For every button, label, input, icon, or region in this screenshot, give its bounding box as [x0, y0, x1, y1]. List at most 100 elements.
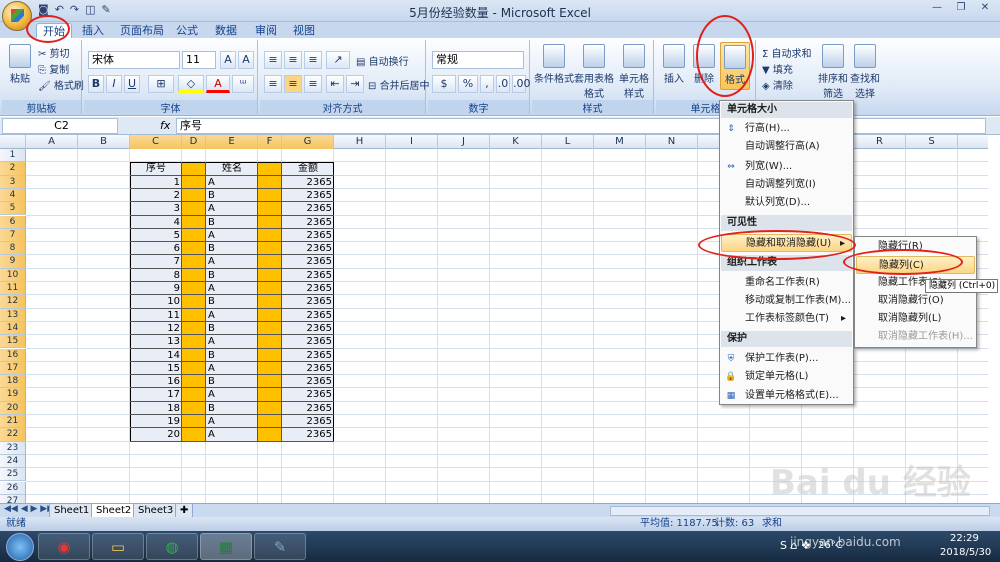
shrink-font-button[interactable]: A	[238, 51, 254, 69]
column-header-c[interactable]: C	[130, 135, 182, 149]
row-header-14[interactable]: 14	[0, 321, 26, 336]
explorer-icon[interactable]: ▭	[92, 533, 144, 560]
row-header-25[interactable]: 25	[0, 468, 26, 482]
tab-page-layout[interactable]: 页面布局	[114, 23, 170, 38]
submenu-unhide-rows[interactable]: 取消隐藏行(O)	[856, 292, 975, 310]
row-header-2[interactable]: 2	[0, 162, 26, 176]
tab-view[interactable]: 视图	[287, 23, 321, 38]
align-center-button[interactable]: ≡	[284, 75, 302, 93]
row-header-19[interactable]: 19	[0, 388, 26, 402]
menu-rename-sheet[interactable]: 重命名工作表(R)	[721, 274, 852, 292]
underline-button[interactable]: U	[124, 75, 140, 93]
merge-center-button[interactable]: ⊟ 合并后居中	[368, 77, 430, 92]
comma-button[interactable]: ,	[480, 75, 494, 93]
row-header-11[interactable]: 11	[0, 282, 26, 296]
increase-indent-button[interactable]: ⇥	[346, 75, 364, 93]
row-header-13[interactable]: 13	[0, 308, 26, 322]
column-header-r[interactable]: R	[854, 135, 906, 149]
select-all-corner[interactable]	[0, 135, 26, 149]
tab-formulas[interactable]: 公式	[170, 23, 204, 38]
row-header-15[interactable]: 15	[0, 335, 26, 349]
format-as-table-button[interactable]: 套用表格格式	[574, 44, 614, 100]
insert-cells-button[interactable]: 插入	[660, 44, 688, 85]
menu-column-width[interactable]: ⇔ 列宽(W)...	[721, 158, 852, 176]
align-top-button[interactable]: ≡	[264, 51, 282, 69]
align-bottom-button[interactable]: ≡	[304, 51, 322, 69]
column-header-n[interactable]: N	[646, 135, 698, 149]
row-header-26[interactable]: 26	[0, 481, 26, 495]
column-header-k[interactable]: K	[490, 135, 542, 149]
menu-autofit-column[interactable]: 自动调整列宽(I)	[721, 176, 852, 194]
name-box[interactable]: C2	[2, 118, 118, 134]
row-header-21[interactable]: 21	[0, 415, 26, 429]
wechat-icon[interactable]: ◍	[146, 533, 198, 560]
column-header-a[interactable]: A	[26, 135, 78, 149]
row-header-16[interactable]: 16	[0, 348, 26, 362]
submenu-unhide-columns[interactable]: 取消隐藏列(L)	[856, 310, 975, 328]
menu-protect-sheet[interactable]: ⛨ 保护工作表(P)...	[721, 350, 852, 368]
column-header-h[interactable]: H	[334, 135, 386, 149]
increase-decimal-button[interactable]: .0	[496, 75, 510, 93]
close-icon[interactable]: ✕	[974, 1, 996, 15]
format-painter-button[interactable]: 🖌 格式刷	[38, 77, 84, 92]
column-header-l[interactable]: L	[542, 135, 594, 149]
cell-styles-button[interactable]: 单元格样式	[616, 44, 652, 100]
row-header-22[interactable]: 22	[0, 428, 26, 442]
row-header-23[interactable]: 23	[0, 441, 26, 455]
sheet-tab-sheet3[interactable]: Sheet3	[133, 504, 179, 518]
sort-filter-button[interactable]: 排序和筛选	[818, 44, 848, 100]
menu-row-height[interactable]: ⇕ 行高(H)...	[721, 120, 852, 138]
row-header-24[interactable]: 24	[0, 454, 26, 469]
decrease-indent-button[interactable]: ⇤	[326, 75, 344, 93]
row-header-20[interactable]: 20	[0, 401, 26, 415]
row-header-8[interactable]: 8	[0, 242, 26, 256]
clear-button[interactable]: ◈ 清除	[762, 77, 793, 92]
chrome-icon[interactable]: ◉	[38, 533, 90, 560]
column-header-f[interactable]: F	[258, 135, 282, 149]
row-header-6[interactable]: 6	[0, 215, 26, 229]
fx-icon[interactable]: fx	[160, 119, 170, 132]
new-sheet-icon[interactable]: ✚	[175, 504, 194, 518]
row-header-4[interactable]: 4	[0, 188, 26, 203]
restore-icon[interactable]: ❐	[950, 1, 972, 15]
paste-button[interactable]: 粘贴	[6, 44, 34, 85]
currency-button[interactable]: $	[432, 75, 456, 93]
copy-button[interactable]: ⎘ 复制	[38, 61, 69, 76]
menu-autofit-row[interactable]: 自动调整行高(A)	[721, 138, 852, 156]
decrease-decimal-button[interactable]: .00	[512, 75, 531, 93]
sheet-nav-icon[interactable]: ◀◀ ◀ ▶ ▶▶	[4, 504, 54, 514]
phonetic-button[interactable]: ᵚ	[232, 75, 254, 93]
percent-button[interactable]: %	[458, 75, 478, 93]
column-header-e[interactable]: E	[206, 135, 258, 149]
formula-input[interactable]: 序号	[176, 118, 986, 134]
menu-tab-color[interactable]: 工作表标签颜色(T) ▸	[721, 310, 852, 328]
fill-color-button[interactable]: ◇	[178, 75, 204, 93]
grow-font-button[interactable]: A	[220, 51, 236, 69]
horizontal-scrollbar[interactable]	[610, 506, 990, 516]
tab-review[interactable]: 审阅	[249, 23, 283, 38]
row-header-10[interactable]: 10	[0, 268, 26, 282]
number-format-select[interactable]: 常规	[432, 51, 524, 69]
align-middle-button[interactable]: ≡	[284, 51, 302, 69]
fill-button[interactable]: ▼ 填充	[762, 61, 793, 76]
column-header-b[interactable]: B	[78, 135, 130, 149]
bold-button[interactable]: B	[88, 75, 104, 93]
column-header-g[interactable]: G	[282, 135, 334, 149]
column-header-d[interactable]: D	[182, 135, 206, 149]
row-header-12[interactable]: 12	[0, 295, 26, 309]
sheet-tab-sheet1[interactable]: Sheet1	[49, 504, 95, 518]
conditional-format-button[interactable]: 条件格式	[534, 44, 574, 85]
menu-format-cells[interactable]: ▦ 设置单元格格式(E)...	[721, 387, 852, 405]
column-header-i[interactable]: I	[386, 135, 438, 149]
italic-button[interactable]: I	[106, 75, 122, 93]
font-color-button[interactable]: A	[206, 75, 230, 93]
column-header-j[interactable]: J	[438, 135, 490, 149]
align-left-button[interactable]: ≡	[264, 75, 282, 93]
minimize-icon[interactable]: —	[926, 1, 948, 15]
cut-button[interactable]: ✂ 剪切	[38, 45, 70, 60]
align-right-button[interactable]: ≡	[304, 75, 322, 93]
tab-data[interactable]: 数据	[209, 23, 243, 38]
autosum-button[interactable]: Σ 自动求和	[762, 45, 812, 60]
row-header-9[interactable]: 9	[0, 255, 26, 269]
row-header-17[interactable]: 17	[0, 361, 26, 376]
